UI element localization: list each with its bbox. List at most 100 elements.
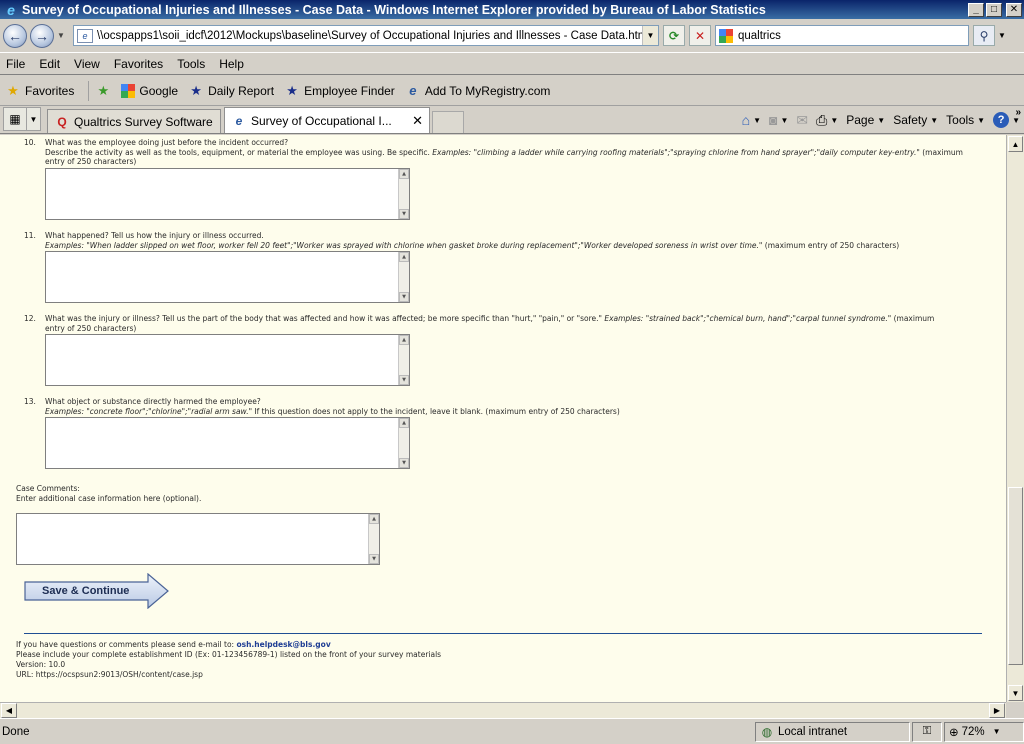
forward-button[interactable]: →: [30, 23, 54, 48]
address-dropdown[interactable]: ▼: [642, 26, 658, 45]
menu-favorites[interactable]: Favorites: [107, 57, 170, 71]
fav-link-myregistry[interactable]: e Add To MyRegistry.com: [405, 83, 550, 99]
page-menu[interactable]: Page ▼: [846, 113, 885, 127]
question-13: 13. What object or substance directly ha…: [24, 397, 984, 416]
fav-link-employee-finder[interactable]: ★ Employee Finder: [284, 83, 395, 99]
tab-qualtrics[interactable]: Q Qualtrics Survey Software: [47, 109, 221, 133]
feeds-button[interactable]: ◙ ▼: [769, 112, 788, 128]
answer-textarea-11[interactable]: ▲ ▼: [45, 251, 410, 303]
textarea-scrollbar[interactable]: ▲ ▼: [398, 335, 409, 385]
search-input[interactable]: qualtrics: [738, 30, 781, 42]
fav-link-label: Employee Finder: [304, 83, 395, 98]
scroll-down-icon[interactable]: ▼: [1008, 685, 1023, 701]
question-limit: If this question does not apply to the i…: [254, 406, 620, 416]
scroll-thumb[interactable]: [1008, 487, 1023, 665]
arrow-left-icon: ←: [8, 27, 22, 44]
refresh-button[interactable]: ⟳: [663, 25, 685, 46]
ie-page-icon: e: [235, 113, 243, 128]
question-12: 12. What was the injury or illness? Tell…: [24, 314, 984, 333]
footer-id-note: Please include your complete establishme…: [16, 650, 442, 659]
tab-bar: ▦ ▼ Q Qualtrics Survey Software e Survey…: [0, 106, 1024, 134]
answer-textarea-13[interactable]: ▲ ▼: [45, 417, 410, 469]
answer-textarea-10[interactable]: ▲ ▼: [45, 168, 410, 220]
scroll-corner: [1006, 702, 1024, 718]
horizontal-scrollbar[interactable]: ◀ ▶: [0, 702, 1006, 718]
fav-link-daily-report[interactable]: ★ Daily Report: [188, 83, 274, 99]
menu-view[interactable]: View: [67, 57, 107, 71]
textarea-scrollbar[interactable]: ▲ ▼: [368, 514, 379, 564]
menu-file[interactable]: File: [0, 57, 32, 71]
tools-menu[interactable]: Tools ▼: [946, 113, 985, 127]
question-number: 10.: [24, 138, 36, 147]
add-to-favorites-bar-button[interactable]: ★: [95, 83, 115, 99]
back-button[interactable]: ←: [3, 23, 27, 48]
question-text: What was the employee doing just before …: [45, 138, 289, 147]
maximize-button[interactable]: □: [986, 2, 1002, 17]
scroll-down-icon[interactable]: ▼: [399, 375, 409, 385]
scroll-down-icon[interactable]: ▼: [369, 554, 379, 564]
search-button[interactable]: ⚲: [973, 25, 995, 46]
scroll-up-icon[interactable]: ▲: [399, 252, 409, 262]
address-url[interactable]: \\ocspapps1\soii_idcf\2012\Mockups\basel…: [97, 30, 642, 42]
address-field[interactable]: e \\ocspapps1\soii_idcf\2012\Mockups\bas…: [73, 25, 659, 46]
tab-label: Qualtrics Survey Software: [74, 114, 213, 129]
globe-icon: ◍: [761, 724, 773, 739]
textarea-scrollbar[interactable]: ▲ ▼: [398, 418, 409, 468]
zoom-dropdown-icon[interactable]: ▼: [993, 727, 1001, 736]
scroll-down-icon[interactable]: ▼: [399, 292, 409, 302]
page-menu-label: Page: [846, 113, 875, 127]
search-options-dropdown[interactable]: ▼: [998, 31, 1008, 40]
ie-logo-icon: e: [7, 1, 15, 18]
tab-survey-case-data[interactable]: e Survey of Occupational I... ✕: [224, 107, 430, 133]
more-commands-chevron-icon[interactable]: »: [1015, 107, 1021, 118]
scroll-right-icon[interactable]: ▶: [989, 703, 1005, 718]
close-tab-icon[interactable]: ✕: [412, 113, 423, 129]
helpdesk-email-link[interactable]: osh.helpdesk@bls.gov: [236, 640, 330, 649]
tab-list-dropdown[interactable]: ▼: [27, 107, 41, 131]
scroll-up-icon[interactable]: ▲: [399, 418, 409, 428]
menu-help[interactable]: Help: [212, 57, 251, 71]
favorites-button[interactable]: ★ Favorites: [5, 83, 74, 99]
new-tab-button[interactable]: [432, 111, 464, 133]
fav-link-google[interactable]: Google: [121, 83, 178, 98]
question-number: 13.: [24, 397, 36, 406]
case-comments-label: Case Comments:: [16, 484, 80, 493]
quick-tabs-button[interactable]: ▦: [3, 107, 27, 131]
case-comments-textarea[interactable]: ▲ ▼: [16, 513, 380, 565]
vertical-scrollbar[interactable]: ▲ ▼: [1006, 135, 1024, 702]
menu-tools[interactable]: Tools: [170, 57, 212, 71]
question-description: Describe the activity as well as the too…: [45, 147, 430, 157]
textarea-scrollbar[interactable]: ▲ ▼: [398, 169, 409, 219]
case-comments-section: Case Comments: Enter additional case inf…: [16, 484, 201, 503]
question-limit: (maximum entry of 250 characters): [764, 240, 900, 250]
scroll-left-icon[interactable]: ◀: [1, 703, 17, 718]
minimize-button[interactable]: _: [968, 2, 984, 17]
mail-icon: ✉: [796, 111, 809, 128]
search-field[interactable]: qualtrics: [715, 25, 969, 46]
save-continue-button[interactable]: Save & Continue: [24, 573, 170, 609]
read-mail-button[interactable]: ✉: [796, 112, 808, 129]
lock-icon: ⚿: [922, 725, 932, 737]
scroll-down-icon[interactable]: ▼: [399, 209, 409, 219]
safety-menu[interactable]: Safety ▼: [893, 113, 938, 127]
textarea-scrollbar[interactable]: ▲ ▼: [398, 252, 409, 302]
stop-button[interactable]: ✕: [689, 25, 711, 46]
security-zone[interactable]: ◍ Local intranet: [755, 721, 910, 742]
scroll-up-icon[interactable]: ▲: [399, 335, 409, 345]
home-button[interactable]: ⌂ ▼: [742, 112, 761, 128]
menu-edit[interactable]: Edit: [32, 57, 67, 71]
scroll-up-icon[interactable]: ▲: [369, 514, 379, 524]
scroll-down-icon[interactable]: ▼: [399, 458, 409, 468]
printer-icon: ⎙: [816, 111, 828, 128]
toolbar-separator: [88, 80, 90, 101]
scroll-up-icon[interactable]: ▲: [1008, 136, 1023, 152]
close-window-button[interactable]: ✕: [1006, 2, 1022, 17]
scroll-up-icon[interactable]: ▲: [399, 169, 409, 179]
stop-icon: ✕: [694, 28, 706, 43]
window-title: Survey of Occupational Injuries and Illn…: [22, 2, 766, 17]
print-button[interactable]: ⎙ ▼: [816, 112, 838, 129]
recent-pages-dropdown[interactable]: ▼: [57, 31, 67, 40]
answer-textarea-12[interactable]: ▲ ▼: [45, 334, 410, 386]
protected-mode-indicator[interactable]: ⚿: [912, 721, 942, 742]
zoom-control[interactable]: ⊕ 72% ▼: [944, 721, 1024, 742]
